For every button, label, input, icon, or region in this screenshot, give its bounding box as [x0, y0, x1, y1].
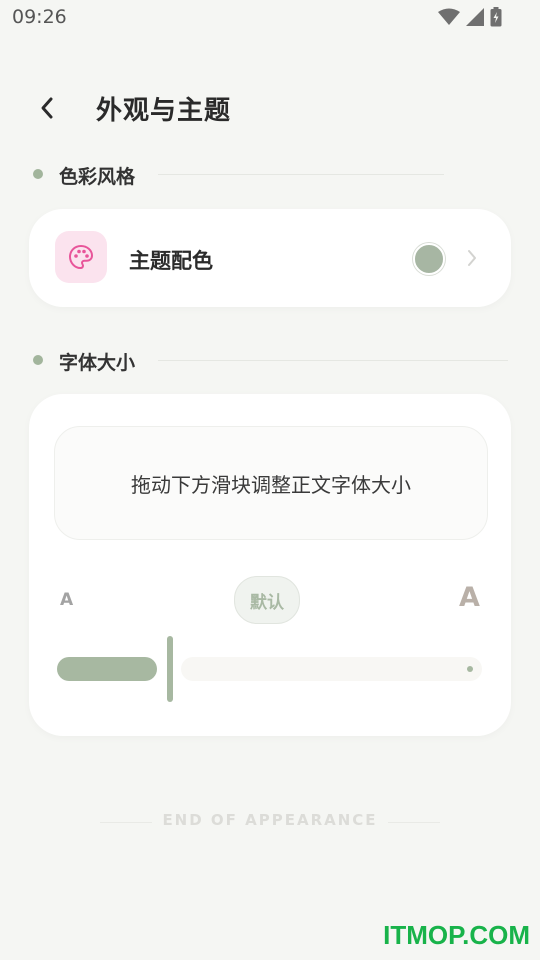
default-size-button[interactable]: 默认	[234, 576, 300, 624]
theme-color-swatch	[413, 243, 445, 275]
font-size-card: 拖动下方滑块调整正文字体大小 A 默认 A	[29, 394, 511, 736]
section-bullet	[33, 355, 43, 365]
signal-icon	[466, 8, 484, 26]
palette-icon	[69, 245, 93, 269]
font-preview-text: 拖动下方滑块调整正文字体大小	[131, 472, 411, 497]
section-title-color-style: 色彩风格	[59, 166, 136, 188]
font-preview-box: 拖动下方滑块调整正文字体大小	[54, 426, 488, 540]
footer-line-right	[388, 822, 440, 823]
status-icons	[438, 7, 502, 27]
watermark-text: ITMOP.COM	[383, 920, 530, 950]
wifi-icon	[438, 8, 460, 25]
theme-color-card[interactable]: 主题配色	[29, 209, 511, 307]
small-font-label: A	[60, 590, 74, 610]
large-font-label: A	[459, 582, 480, 613]
status-time: 09:26	[12, 6, 67, 28]
slider-end-dot	[467, 666, 473, 672]
section-bullet	[33, 169, 43, 179]
chevron-right-icon	[468, 250, 476, 266]
section-divider	[158, 174, 444, 175]
chevron-left-icon	[41, 97, 53, 119]
section-divider	[158, 360, 508, 361]
font-size-slider-fill	[57, 657, 157, 681]
theme-color-label: 主题配色	[129, 249, 213, 273]
end-of-page-text: END OF APPEARANCE	[162, 811, 378, 829]
font-size-slider-track[interactable]	[181, 657, 482, 681]
section-title-font-size: 字体大小	[59, 352, 136, 374]
battery-icon	[490, 7, 502, 27]
back-button[interactable]	[30, 90, 64, 126]
palette-icon-tile	[55, 231, 107, 283]
page-title: 外观与主题	[96, 96, 232, 126]
font-size-slider-thumb[interactable]	[167, 636, 173, 702]
